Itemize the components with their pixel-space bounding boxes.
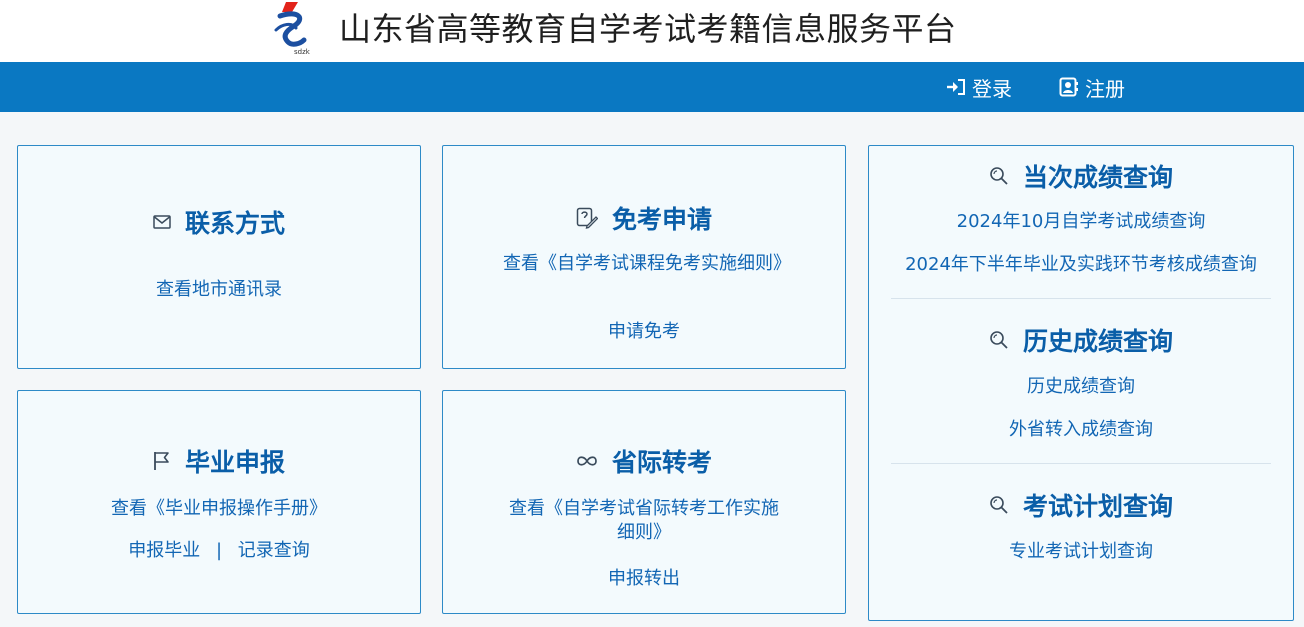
graduation-card-title: 毕业申报 xyxy=(18,441,420,481)
register-link[interactable]: 注册 xyxy=(1059,62,1125,112)
link-separator: | xyxy=(215,540,223,561)
history-scores-title: 历史成绩查询 xyxy=(869,320,1293,360)
apply-graduation-link[interactable]: 申报毕业 xyxy=(128,540,200,561)
register-label: 注册 xyxy=(1085,76,1125,101)
graduation-title-text: 毕业申报 xyxy=(184,448,285,477)
record-query-link[interactable]: 记录查询 xyxy=(238,540,310,561)
search-icon xyxy=(989,330,1009,350)
exemption-card-title: 免考申请 xyxy=(443,198,845,238)
apply-exemption-link[interactable]: 申请免考 xyxy=(443,320,845,344)
transfer-title-text: 省际转考 xyxy=(611,448,712,477)
sign-in-icon xyxy=(946,78,966,96)
search-icon xyxy=(989,166,1009,186)
login-link[interactable]: 登录 xyxy=(946,62,1012,112)
infinity-icon xyxy=(576,455,598,467)
transfer-rules-link[interactable]: 查看《自学考试省际转考工作实施细则》 xyxy=(443,497,845,545)
history-score-link-1[interactable]: 历史成绩查询 xyxy=(869,375,1293,399)
envelope-icon xyxy=(153,215,171,229)
contact-title-text: 联系方式 xyxy=(184,209,285,238)
graduation-actions: 申报毕业 | 记录查询 xyxy=(18,539,420,563)
exemption-rules-link[interactable]: 查看《自学考试课程免考实施细则》 xyxy=(443,252,845,276)
section-divider xyxy=(891,298,1271,299)
exemption-card: 免考申请 查看《自学考试课程免考实施细则》 申请免考 xyxy=(442,145,846,369)
city-directory-link[interactable]: 查看地市通讯录 xyxy=(18,278,420,302)
flag-icon xyxy=(153,451,171,471)
exam-plan-title: 考试计划查询 xyxy=(869,485,1293,525)
exam-plan-title-text: 考试计划查询 xyxy=(1022,492,1173,521)
exam-plan-link[interactable]: 专业考试计划查询 xyxy=(869,540,1293,564)
graduation-card: 毕业申报 查看《毕业申报操作手册》 申报毕业 | 记录查询 xyxy=(17,390,421,614)
login-label: 登录 xyxy=(972,76,1012,101)
current-score-link-1[interactable]: 2024年10月自学考试成绩查询 xyxy=(869,210,1293,234)
graduation-manual-link[interactable]: 查看《毕业申报操作手册》 xyxy=(18,497,420,521)
exemption-title-text: 免考申请 xyxy=(611,205,712,234)
logo-text: sdzk xyxy=(294,48,311,56)
edit-document-icon xyxy=(576,207,598,229)
transfer-card: 省际转考 查看《自学考试省际转考工作实施细则》 申报转出 xyxy=(442,390,846,614)
contact-card-title: 联系方式 xyxy=(18,202,420,242)
current-scores-title-text: 当次成绩查询 xyxy=(1022,163,1173,192)
transfer-card-title: 省际转考 xyxy=(443,441,845,481)
search-icon xyxy=(989,495,1009,515)
sdzk-logo: sdzk xyxy=(272,0,314,56)
site-title: 山东省高等教育自学考试考籍信息服务平台 xyxy=(339,10,957,48)
current-score-link-2[interactable]: 2024年下半年毕业及实践环节考核成绩查询 xyxy=(869,253,1293,277)
contact-card: 联系方式 查看地市通讯录 xyxy=(17,145,421,369)
history-score-link-2[interactable]: 外省转入成绩查询 xyxy=(869,418,1293,442)
history-scores-title-text: 历史成绩查询 xyxy=(1022,327,1173,356)
current-scores-title: 当次成绩查询 xyxy=(869,156,1293,196)
user-card-icon xyxy=(1059,77,1079,97)
scores-card: 当次成绩查询 2024年10月自学考试成绩查询 2024年下半年毕业及实践环节考… xyxy=(868,145,1294,621)
site-header: sdzk 山东省高等教育自学考试考籍信息服务平台 xyxy=(0,0,1304,62)
top-navbar: 登录 注册 xyxy=(0,62,1304,112)
section-divider xyxy=(891,463,1271,464)
apply-transfer-link[interactable]: 申报转出 xyxy=(443,567,845,591)
